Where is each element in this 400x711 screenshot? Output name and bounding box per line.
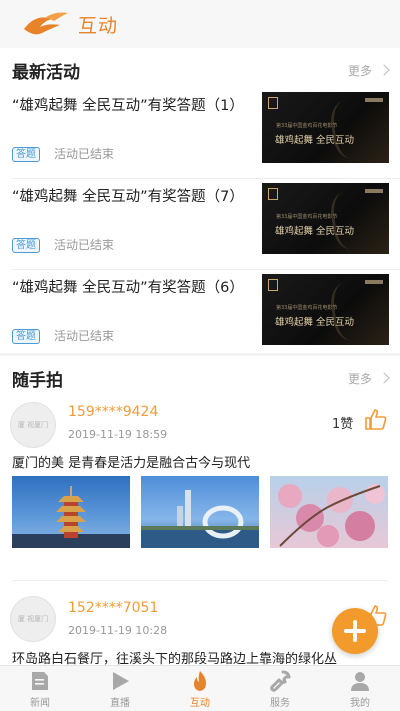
activity-item[interactable]: “雄鸡起舞 全民互动”有奖答题（6） 答题 活动已结束 第33届中国金鸡百花电影… xyxy=(0,270,400,360)
activity-title: “雄鸡起舞 全民互动”有奖答题（7） xyxy=(12,189,244,205)
post-photo[interactable] xyxy=(12,476,130,548)
add-post-button[interactable] xyxy=(332,608,378,654)
thumbnail-title: 雄鸡起舞 全民互动 xyxy=(275,226,355,237)
top-bar: 互动 xyxy=(0,0,400,48)
live-play-icon xyxy=(113,671,129,690)
thumbnail-title: 雄鸡起舞 全民互动 xyxy=(275,317,355,328)
post-time: 2019-11-19 10:28 xyxy=(68,624,168,637)
activity-thumbnail: 第33届中国金鸡百花电影节 雄鸡起舞 全民互动 xyxy=(262,183,389,254)
post-username[interactable]: 152****7051 xyxy=(68,600,158,616)
flame-icon xyxy=(194,670,206,691)
more-activities-link[interactable]: 更多 xyxy=(348,62,390,79)
post-text: 厦门的美 是青春是活力是融合古今与现代 xyxy=(12,456,251,471)
activity-thumbnail: 第33届中国金鸡百花电影节 雄鸡起舞 全民互动 xyxy=(262,274,389,345)
page-title: 互动 xyxy=(78,14,119,37)
news-icon xyxy=(32,671,48,690)
avatar[interactable]: 厦 视厦门 xyxy=(10,402,56,448)
tab-interact[interactable]: 互动 xyxy=(160,666,240,711)
activity-status: 活动已结束 xyxy=(54,238,115,252)
tab-profile[interactable]: 我的 xyxy=(320,666,400,711)
activity-tag: 答题 xyxy=(12,238,40,253)
bottom-tab-bar: 新闻 直播 互动 服务 我的 xyxy=(0,665,400,711)
activity-tag: 答题 xyxy=(12,329,40,344)
tab-service[interactable]: 服务 xyxy=(240,666,320,711)
dragon-logo-icon xyxy=(24,12,68,35)
activity-title: “雄鸡起舞 全民互动”有奖答题（1） xyxy=(12,98,244,114)
post-photo[interactable] xyxy=(141,476,259,548)
activity-title: “雄鸡起舞 全民互动”有奖答题（6） xyxy=(12,280,244,296)
thumbnail-subtitle: 第33届中国金鸡百花电影节 xyxy=(276,305,338,311)
activity-status: 活动已结束 xyxy=(54,329,115,343)
thumbnail-subtitle: 第33届中国金鸡百花电影节 xyxy=(276,123,338,129)
wrench-icon xyxy=(270,670,291,692)
section-title: 最新活动 xyxy=(12,62,80,83)
more-snapshots-link[interactable]: 更多 xyxy=(348,370,390,387)
tab-news[interactable]: 新闻 xyxy=(0,666,80,711)
post-time: 2019-11-19 18:59 xyxy=(68,428,168,441)
thumbs-up-icon[interactable] xyxy=(364,408,388,430)
post-photo[interactable] xyxy=(270,476,388,548)
activity-tag: 答题 xyxy=(12,147,40,162)
post-username[interactable]: 159****9424 xyxy=(68,404,158,420)
section-title: 随手拍 xyxy=(12,370,63,391)
activity-item[interactable]: “雄鸡起舞 全民互动”有奖答题（1） 答题 活动已结束 第33届中国金鸡百花电影… xyxy=(0,88,400,178)
activity-item[interactable]: “雄鸡起舞 全民互动”有奖答题（7） 答题 活动已结束 第33届中国金鸡百花电影… xyxy=(0,179,400,269)
thumbnail-title: 雄鸡起舞 全民互动 xyxy=(275,135,355,146)
divider xyxy=(12,580,388,581)
like-count: 1赞 xyxy=(332,417,354,432)
chevron-right-icon xyxy=(378,372,390,384)
tab-live[interactable]: 直播 xyxy=(80,666,160,711)
activity-status: 活动已结束 xyxy=(54,147,115,161)
activity-thumbnail: 第33届中国金鸡百花电影节 雄鸡起舞 全民互动 xyxy=(262,92,389,163)
latest-activities-section: 最新活动 更多 “雄鸡起舞 全民互动”有奖答题（1） 答题 活动已结束 第33届… xyxy=(0,48,400,353)
avatar[interactable]: 厦 视厦门 xyxy=(10,596,56,642)
thumbnail-subtitle: 第33届中国金鸡百花电影节 xyxy=(276,214,338,220)
chevron-right-icon xyxy=(378,64,390,76)
user-icon xyxy=(351,671,369,691)
